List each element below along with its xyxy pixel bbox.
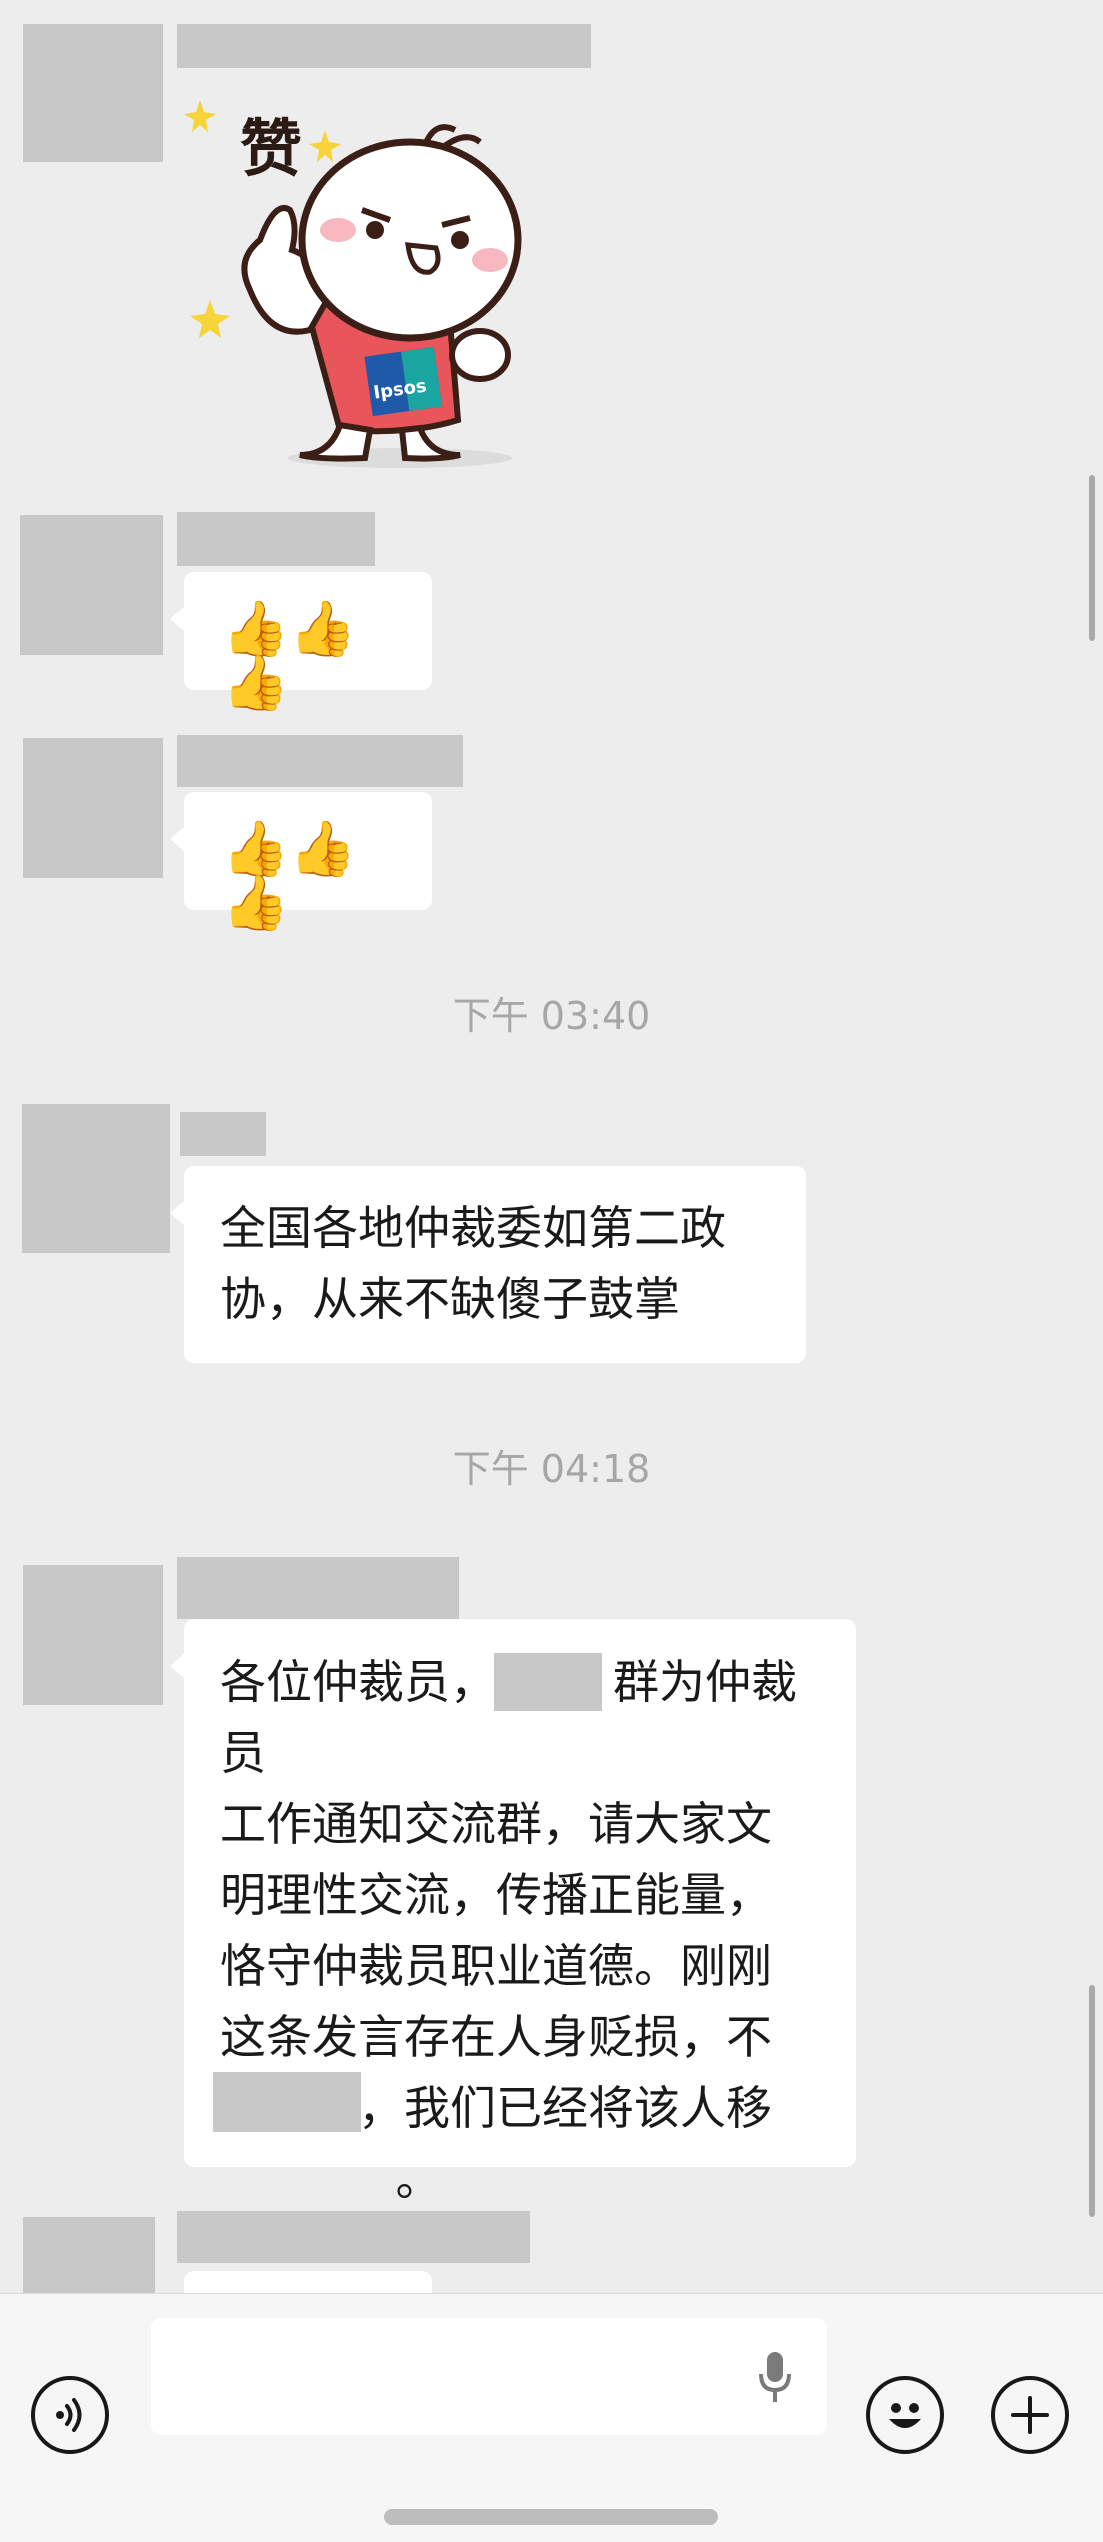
- sender-name-redacted: [177, 1557, 459, 1619]
- sticker-message[interactable]: 赞 Ipsos: [180, 90, 580, 475]
- message-bubble[interactable]: 👍👍👍: [170, 572, 432, 710]
- emoji-button[interactable]: [866, 2376, 944, 2454]
- message-text: 全国各地仲裁委如第二政 协，从来不缺傻子鼓掌: [220, 1201, 726, 1326]
- message-bubble[interactable]: 全国各地仲裁委如第二政 协，从来不缺傻子鼓掌: [170, 1166, 806, 1363]
- thumbs-up-emoji: 👍👍👍: [222, 597, 357, 714]
- sender-name-redacted: [180, 1112, 266, 1156]
- sender-name-redacted: [177, 24, 591, 68]
- plus-icon: [1011, 2396, 1049, 2434]
- message-bubble[interactable]: 👍👍👍: [170, 792, 432, 930]
- sticker-caption: 赞: [240, 112, 302, 185]
- avatar[interactable]: [23, 738, 163, 878]
- voice-icon: [56, 2398, 82, 2432]
- timestamp: 下午 03:40: [452, 994, 651, 1038]
- microphone-icon[interactable]: [755, 2348, 795, 2408]
- chat-input-bar: [0, 2293, 1103, 2542]
- message-bubble-partial[interactable]: [184, 2271, 432, 2293]
- redacted-text: [213, 2072, 361, 2132]
- emoji-icon: [889, 2403, 921, 2428]
- sticker-thumbs-up-character: 赞 Ipsos: [184, 100, 522, 468]
- message-input[interactable]: [151, 2318, 827, 2435]
- add-button[interactable]: [991, 2376, 1069, 2454]
- voice-button[interactable]: [31, 2376, 109, 2454]
- avatar[interactable]: [20, 515, 163, 655]
- avatar[interactable]: [22, 1104, 170, 1253]
- avatar[interactable]: [23, 24, 163, 162]
- sender-name-redacted: [177, 512, 375, 566]
- avatar[interactable]: [23, 1565, 163, 1705]
- timestamp: 下午 04:18: [452, 1447, 651, 1491]
- sender-name-redacted: [177, 735, 463, 787]
- thumbs-up-emoji: 👍👍👍: [222, 817, 357, 934]
- avatar[interactable]: [23, 2217, 155, 2293]
- scrollbar[interactable]: [1089, 1985, 1095, 2217]
- home-indicator[interactable]: [384, 2509, 718, 2525]
- sender-name-redacted: [177, 2211, 530, 2263]
- message-bubble[interactable]: 各位仲裁员， 群为仲裁员 工作通知交流群，请大家文 明理性交流，传播正能量， 恪…: [170, 1619, 856, 2206]
- scrollbar[interactable]: [1089, 475, 1095, 641]
- redacted-text: [494, 1653, 602, 1711]
